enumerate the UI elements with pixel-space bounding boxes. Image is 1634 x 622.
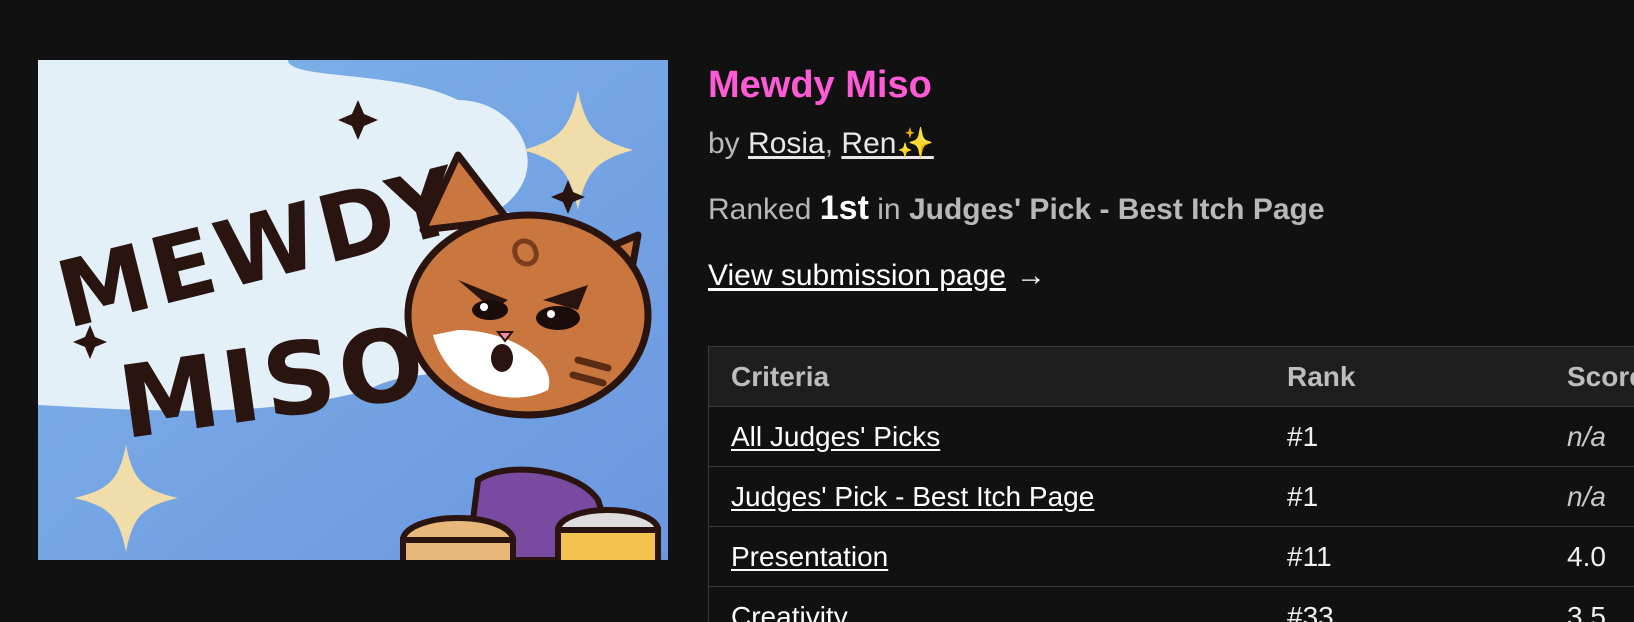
column-header-criteria: Criteria bbox=[708, 346, 1265, 407]
table-row: Presentation #11 4.0 bbox=[708, 526, 1634, 587]
game-cover-image[interactable]: MEWDY MISO bbox=[38, 60, 668, 560]
score-cell: n/a bbox=[1545, 406, 1634, 467]
cover-art: MEWDY MISO bbox=[38, 60, 668, 560]
ranked-category: Judges' Pick - Best Itch Page bbox=[908, 193, 1325, 226]
table-header-row: Criteria Rank Score bbox=[708, 346, 1634, 407]
criteria-cell: Presentation bbox=[708, 526, 1265, 587]
author-link-rosia[interactable]: Rosia bbox=[748, 127, 825, 160]
author-separator: , bbox=[824, 127, 834, 160]
criteria-cell: Creativity bbox=[708, 586, 1265, 622]
results-table: Criteria Rank Score All Judges' Picks #1… bbox=[708, 346, 1634, 622]
submission-info: Mewdy Miso by Rosia, Ren✨ Ranked 1st in … bbox=[708, 58, 1634, 622]
criteria-link[interactable]: All Judges' Picks bbox=[731, 421, 940, 452]
criteria-cell: Judges' Pick - Best Itch Page bbox=[708, 466, 1265, 527]
column-header-score: Score bbox=[1545, 346, 1634, 407]
submission-result-page: MEWDY MISO Mewdy Miso by Rosia, Ren✨ Ran… bbox=[0, 0, 1634, 622]
ranked-in: in bbox=[877, 193, 901, 226]
criteria-link[interactable]: Creativity bbox=[731, 601, 848, 622]
score-cell: 3.5 bbox=[1545, 586, 1634, 622]
rank-cell: #11 bbox=[1265, 526, 1545, 587]
arrow-right-icon: → bbox=[1015, 259, 1046, 292]
author-link-ren[interactable]: Ren✨ bbox=[841, 127, 933, 160]
criteria-cell: All Judges' Picks bbox=[708, 406, 1265, 467]
table-row: Creativity #33 3.5 bbox=[708, 586, 1634, 622]
view-submission-link[interactable]: View submission page bbox=[708, 259, 1006, 292]
rank-cell: #1 bbox=[1265, 406, 1545, 467]
game-title[interactable]: Mewdy Miso bbox=[708, 58, 1634, 112]
view-submission: View submission page → bbox=[708, 256, 1634, 296]
ranked-place: 1st bbox=[819, 189, 869, 227]
score-cell: 4.0 bbox=[1545, 526, 1634, 587]
byline: by Rosia, Ren✨ bbox=[708, 124, 1634, 164]
rank-cell: #1 bbox=[1265, 466, 1545, 527]
rank-cell: #33 bbox=[1265, 586, 1545, 622]
ranked-prefix: Ranked bbox=[708, 193, 812, 226]
criteria-link[interactable]: Judges' Pick - Best Itch Page bbox=[731, 481, 1094, 512]
table-row: Judges' Pick - Best Itch Page #1 n/a bbox=[708, 466, 1634, 527]
byline-prefix: by bbox=[708, 127, 740, 160]
criteria-link[interactable]: Presentation bbox=[731, 541, 888, 572]
table-row: All Judges' Picks #1 n/a bbox=[708, 406, 1634, 467]
score-cell: n/a bbox=[1545, 466, 1634, 527]
ranking-summary: Ranked 1st in Judges' Pick - Best Itch P… bbox=[708, 188, 1634, 230]
column-header-rank: Rank bbox=[1265, 346, 1545, 407]
